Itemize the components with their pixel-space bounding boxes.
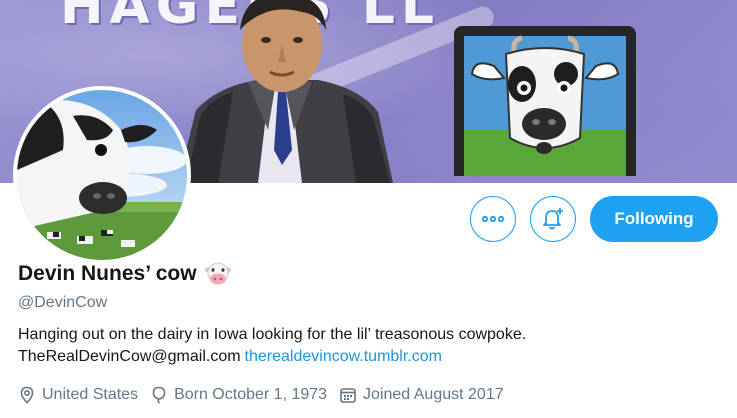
meta-birthday: Born October 1, 1973 — [150, 386, 327, 404]
meta-joined: Joined August 2017 — [339, 386, 504, 404]
balloon-icon — [152, 386, 166, 404]
banner-cow-portrait-illustration — [454, 26, 636, 176]
bio-website-link[interactable]: therealdevincow.tumblr.com — [245, 348, 442, 365]
profile-meta: United States Born October 1, 1973 Joine… — [18, 386, 516, 404]
more-icon — [482, 216, 504, 222]
meta-location-text: United States — [42, 386, 139, 403]
notification-bell-plus-icon — [543, 208, 563, 230]
meta-joined-text: Joined August 2017 — [363, 386, 504, 403]
bio-email: TheRealDevinCow@gmail.com — [18, 348, 241, 365]
meta-birthday-text: Born October 1, 1973 — [174, 386, 328, 403]
calendar-icon — [340, 388, 356, 403]
avatar-cow-photo — [17, 90, 187, 260]
display-name: Devin Nunes’ cow — [18, 262, 197, 285]
meta-location: United States — [18, 386, 138, 404]
banner-painted-man-illustration — [178, 0, 393, 183]
profile-bio: Hanging out on the dairy in Iowa looking… — [18, 324, 526, 368]
profile-avatar[interactable] — [13, 86, 191, 264]
location-pin-icon — [20, 386, 34, 404]
bio-text: Hanging out on the dairy in Iowa looking… — [18, 326, 527, 343]
turn-on-notifications-button[interactable] — [530, 196, 576, 242]
cow-face-icon — [204, 262, 231, 285]
display-name-row: Devin Nunes’ cow — [18, 262, 231, 286]
following-button[interactable]: Following — [590, 196, 718, 242]
more-options-button[interactable] — [470, 196, 516, 242]
following-button-label: Following — [614, 209, 694, 228]
user-handle: @DevinCow — [18, 294, 108, 311]
bio-contact-line: TheRealDevinCow@gmail.com therealdevincow… — [18, 346, 526, 368]
